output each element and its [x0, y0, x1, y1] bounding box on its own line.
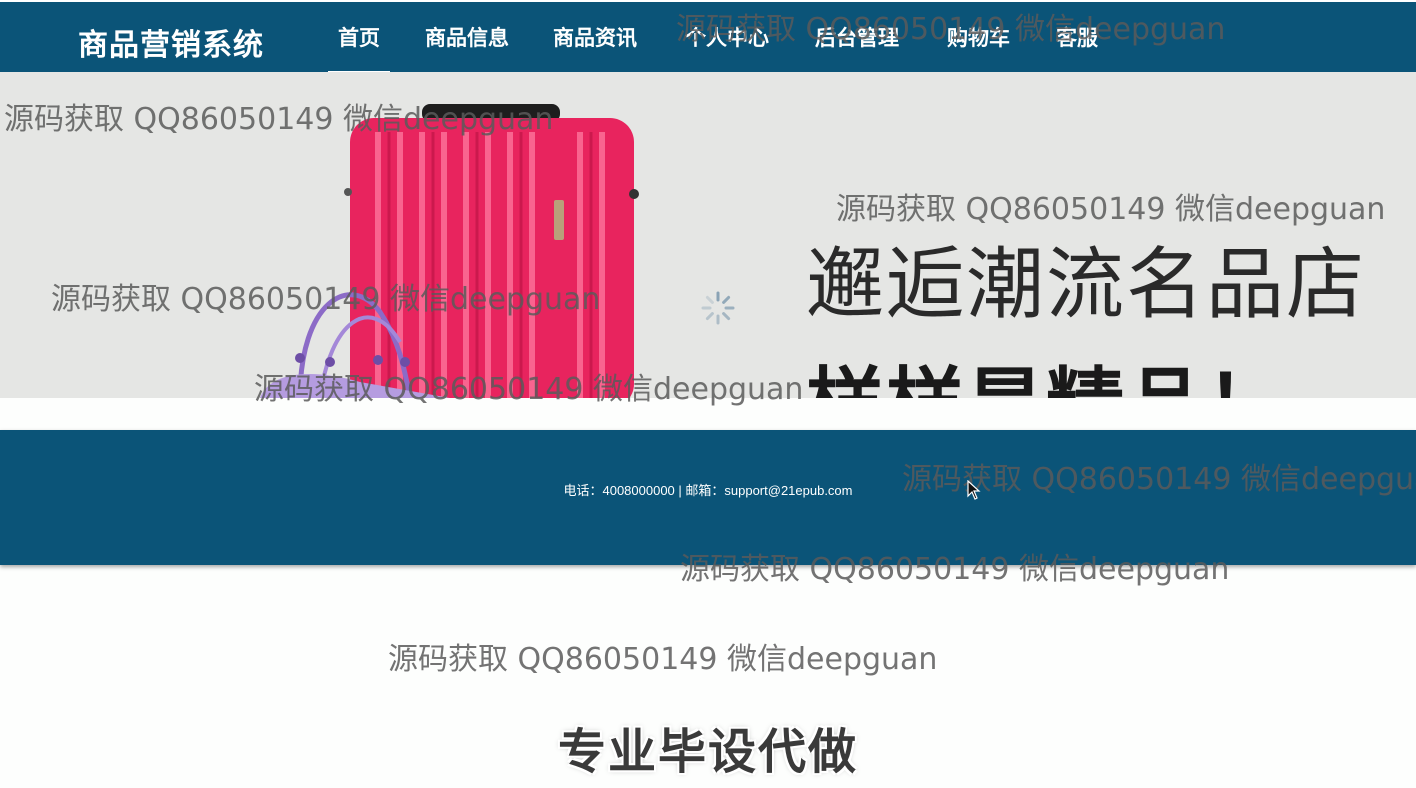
footer: 电话：4008000000 | 邮箱：support@21epub.com: [0, 430, 1416, 565]
banner-carousel[interactable]: 邂逅潮流名品店 样样是精品！: [0, 72, 1416, 398]
spinner-icon: [701, 291, 735, 325]
footer-contact-info: 电话：4008000000 | 邮箱：support@21epub.com: [563, 483, 853, 498]
promo-text: 专业毕设代做: [557, 724, 858, 780]
banner-product-image: [260, 104, 639, 398]
nav-home[interactable]: 首页: [328, 2, 390, 74]
nav-admin[interactable]: 后台管理: [815, 2, 899, 74]
banner-slogan-line2: 样样是精品！: [806, 342, 1286, 398]
top-navigation-bar: 商品营销系统 首页 商品信息 商品资讯 个人中心 后台管理 购物车 客服: [0, 0, 1416, 74]
nav-personal-center[interactable]: 个人中心: [685, 2, 769, 74]
mouse-cursor-icon: [967, 480, 981, 500]
main-nav: 首页 商品信息 商品资讯 个人中心 后台管理 购物车 客服: [0, 2, 1416, 74]
nav-customer-service[interactable]: 客服: [1056, 2, 1098, 74]
nav-product-info[interactable]: 商品信息: [425, 2, 509, 74]
nav-product-news[interactable]: 商品资讯: [553, 2, 637, 74]
watermark: 源码获取 QQ86050149 微信deepguan: [388, 642, 938, 677]
banner-slogan-line1: 邂逅潮流名品店: [806, 240, 1367, 330]
nav-cart[interactable]: 购物车: [947, 2, 1010, 74]
page: 商品营销系统 首页 商品信息 商品资讯 个人中心 后台管理 购物车 客服 邂逅潮…: [0, 0, 1416, 788]
